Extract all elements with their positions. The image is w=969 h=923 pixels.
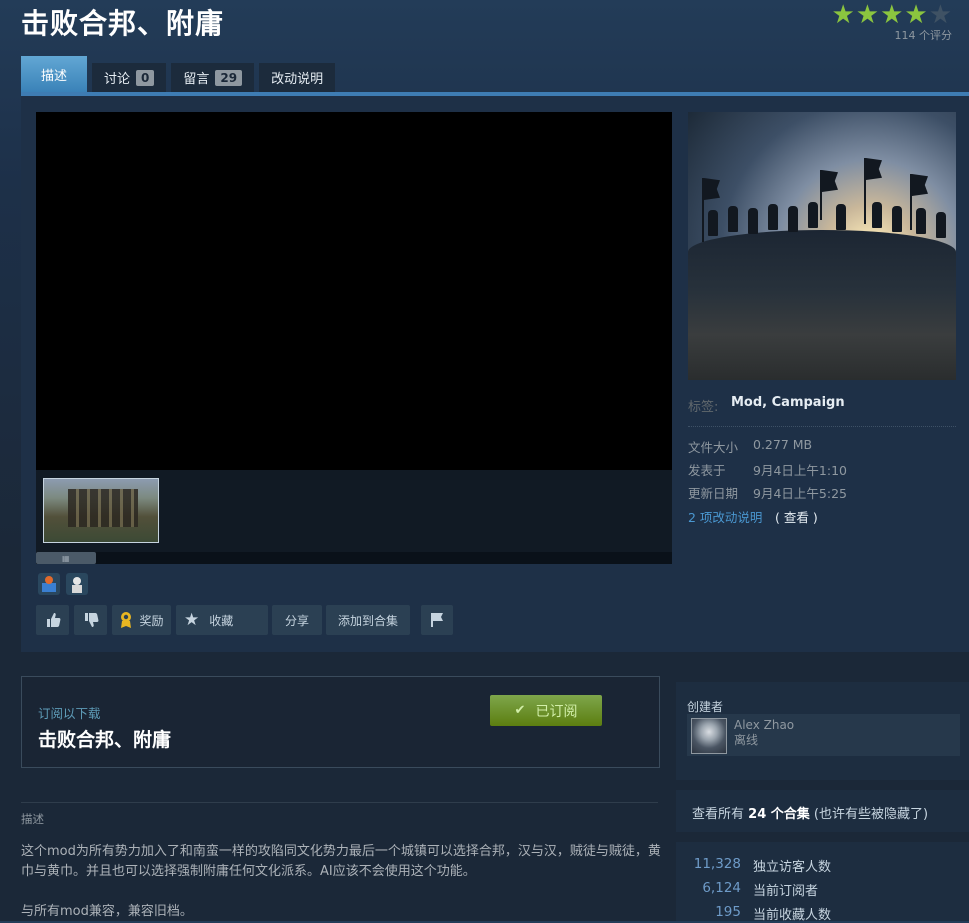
- award-label: 奖励: [139, 613, 164, 628]
- stat-value: 6,124: [702, 880, 741, 896]
- tab-discussions[interactable]: 讨论 0: [92, 63, 167, 92]
- tab-change-notes[interactable]: 改动说明: [259, 63, 336, 92]
- stat-value: 11,328: [693, 856, 741, 872]
- star-icon: ★: [904, 0, 929, 30]
- view-change-notes-link[interactable]: ( 查看 ): [775, 507, 818, 526]
- stat-label: 当前收藏人数: [753, 908, 832, 923]
- flag-icon: [431, 613, 443, 627]
- add-to-collection-label: 添加到合集: [337, 613, 398, 628]
- subscribe-hint: 订阅以下载: [38, 706, 101, 721]
- file-size-label: 文件大小: [688, 440, 739, 455]
- view-collections-link[interactable]: 查看所有 24 个合集 (也许有些被隐藏了): [692, 803, 928, 822]
- updated-value: 9月4日上午5:25: [753, 486, 847, 501]
- divider: [21, 802, 658, 803]
- subscribed-button[interactable]: ✔ 已订阅: [490, 695, 602, 726]
- creator-heading: 创建者: [687, 700, 724, 714]
- preview-image: [688, 112, 956, 380]
- count-badge: 0: [136, 69, 155, 86]
- thumbs-up-icon: [46, 613, 60, 627]
- checkmark-icon: ✔: [514, 703, 526, 718]
- description-paragraph: 这个mod为所有势力加入了和南蛮一样的攻陷同文化势力最后一个城镇可以选择合邦，汉…: [21, 844, 661, 879]
- collections-suffix: (也许有些被隐藏了): [813, 807, 929, 822]
- creator-name[interactable]: Alex Zhao: [734, 718, 794, 732]
- award-icon: [121, 612, 132, 628]
- tab-bar: 描述 讨论 0 留言 29 改动说明: [21, 56, 336, 92]
- report-button[interactable]: [421, 605, 453, 635]
- stat-value: 195: [715, 904, 741, 920]
- divider: [688, 426, 956, 427]
- count-badge: 29: [215, 69, 243, 86]
- avatar[interactable]: [691, 718, 727, 754]
- updated-label: 更新日期: [688, 486, 739, 501]
- favorite-label: 收藏: [209, 613, 234, 628]
- tab-label: 讨论: [104, 72, 131, 87]
- collections-count: 24 个合集: [748, 807, 810, 822]
- tab-label: 改动说明: [271, 72, 324, 87]
- rating-count: 114 个评分: [894, 29, 953, 42]
- tab-label: 描述: [41, 68, 68, 84]
- creator-row[interactable]: [687, 714, 960, 756]
- tab-description[interactable]: 描述: [21, 56, 88, 92]
- change-notes-link[interactable]: 2 项改动说明: [688, 507, 762, 526]
- posted-row: 发表于 9月4日上午1:10: [688, 460, 847, 479]
- star-icon: ★: [184, 610, 200, 630]
- share-label: 分享: [284, 613, 309, 628]
- tab-label: 留言: [183, 72, 210, 87]
- subscribed-label: 已订阅: [535, 703, 578, 720]
- star-icon: ★: [855, 0, 881, 30]
- tab-comments[interactable]: 留言 29: [171, 63, 255, 92]
- screenshot-thumbnail[interactable]: [43, 478, 159, 543]
- description-heading: 描述: [21, 812, 44, 826]
- required-item-icon[interactable]: [38, 573, 60, 595]
- tags-value[interactable]: Mod, Campaign: [731, 395, 845, 410]
- posted-value: 9月4日上午1:10: [753, 463, 847, 478]
- media-viewer[interactable]: [36, 112, 672, 470]
- thumbs-down-icon: [84, 613, 98, 627]
- thumbs-down-button[interactable]: [74, 605, 107, 635]
- star-empty-icon: ★: [928, 0, 953, 30]
- star-icon: ★: [880, 0, 905, 30]
- thumbnail-scrollbar[interactable]: [36, 552, 672, 564]
- grip-icon: ▦: [62, 554, 70, 563]
- file-size-row: 文件大小 0.277 MB: [688, 437, 812, 456]
- creator-status: 离线: [734, 733, 759, 747]
- collections-prefix: 查看所有: [692, 807, 745, 822]
- stat-label: 独立访客人数: [753, 860, 832, 875]
- description-paragraph: 与所有mod兼容，兼容旧档。: [21, 904, 193, 919]
- tags-label: 标签:: [688, 400, 719, 415]
- stat-label: 当前订阅者: [753, 884, 819, 899]
- subscribe-item-title: 击败合邦、附庸: [38, 729, 172, 751]
- file-size-value: 0.277 MB: [753, 437, 813, 452]
- rating-stars: ★★★★★: [831, 0, 953, 30]
- add-to-collection-button[interactable]: 添加到合集: [326, 605, 410, 635]
- favorite-button[interactable]: ★ 收藏: [176, 605, 268, 635]
- award-button[interactable]: 奖励: [112, 605, 171, 635]
- required-item-icon[interactable]: [66, 573, 88, 595]
- star-icon: ★: [831, 0, 856, 30]
- page-title: 击败合邦、附庸: [21, 7, 225, 40]
- share-button[interactable]: 分享: [272, 605, 322, 635]
- updated-row: 更新日期 9月4日上午5:25: [688, 483, 847, 502]
- thumbs-up-button[interactable]: [36, 605, 69, 635]
- posted-label: 发表于: [688, 463, 726, 478]
